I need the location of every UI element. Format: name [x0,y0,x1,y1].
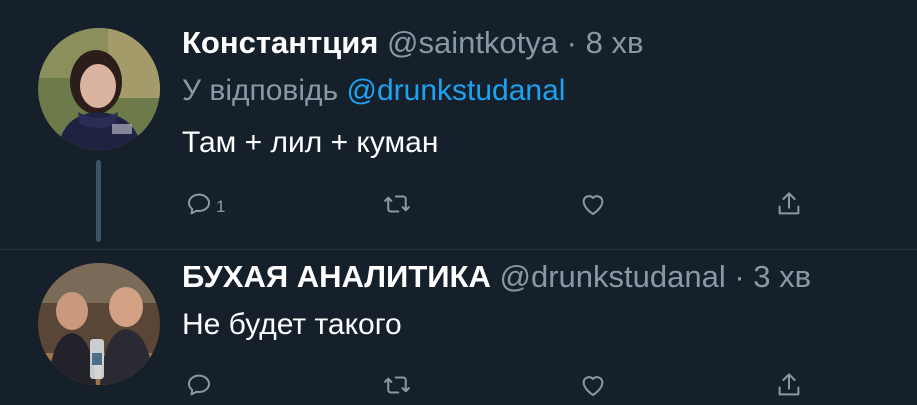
user-handle[interactable]: @saintkotya [387,25,558,60]
display-name[interactable]: Константция [182,25,378,60]
retweet-icon [384,376,410,394]
share-icon [778,373,800,396]
tweet-header: Константция @saintkotya · 8 хв [182,24,643,62]
share-icon [778,192,800,215]
user-handle[interactable]: @drunkstudanal [499,259,725,294]
tweet-actions: 1 [182,186,822,222]
reply-context: У відповідь @drunkstudanal [182,72,565,110]
avatar-konstantsiya[interactable] [38,28,160,150]
reply-bubble-icon [188,193,210,215]
reply-prefix: У відповідь [182,74,339,107]
reply-bubble-icon [188,374,210,396]
share-button[interactable] [774,186,804,222]
heart-icon [582,376,604,396]
tweet-text: Не будет такого [182,308,402,341]
reply-button[interactable] [184,367,216,403]
share-button[interactable] [774,367,804,403]
tweet-1[interactable]: Константция @saintkotya · 8 хв У відпові… [0,0,917,250]
retweet-button[interactable] [382,186,414,222]
thread-connector-line [96,160,101,242]
tweet-header: БУХАЯ АНАЛИТИКА @drunkstudanal · 3 хв [182,258,811,296]
reply-to-handle-link[interactable]: @drunkstudanal [347,74,566,107]
timestamp[interactable]: 8 хв [586,25,644,60]
tweet-2[interactable]: БУХАЯ АНАЛИТИКА @drunkstudanal · 3 хв Не… [0,250,917,405]
avatar-photo [38,28,160,150]
separator-dot: · [566,25,577,60]
avatar-bukhaya-analitika[interactable] [38,263,160,385]
like-button[interactable] [578,367,610,403]
avatar-photo [38,263,160,385]
like-button[interactable] [578,186,610,222]
reply-button[interactable]: 1 [184,186,225,222]
separator-dot: · [734,259,745,294]
reply-count: 1 [216,197,226,216]
timestamp[interactable]: 3 хв [753,259,811,294]
tweet-actions [182,367,822,403]
tweet-text: Там + лил + куман [182,126,439,159]
retweet-icon [384,195,410,213]
display-name[interactable]: БУХАЯ АНАЛИТИКА [182,259,491,294]
retweet-button[interactable] [382,367,414,403]
heart-icon [582,195,604,215]
